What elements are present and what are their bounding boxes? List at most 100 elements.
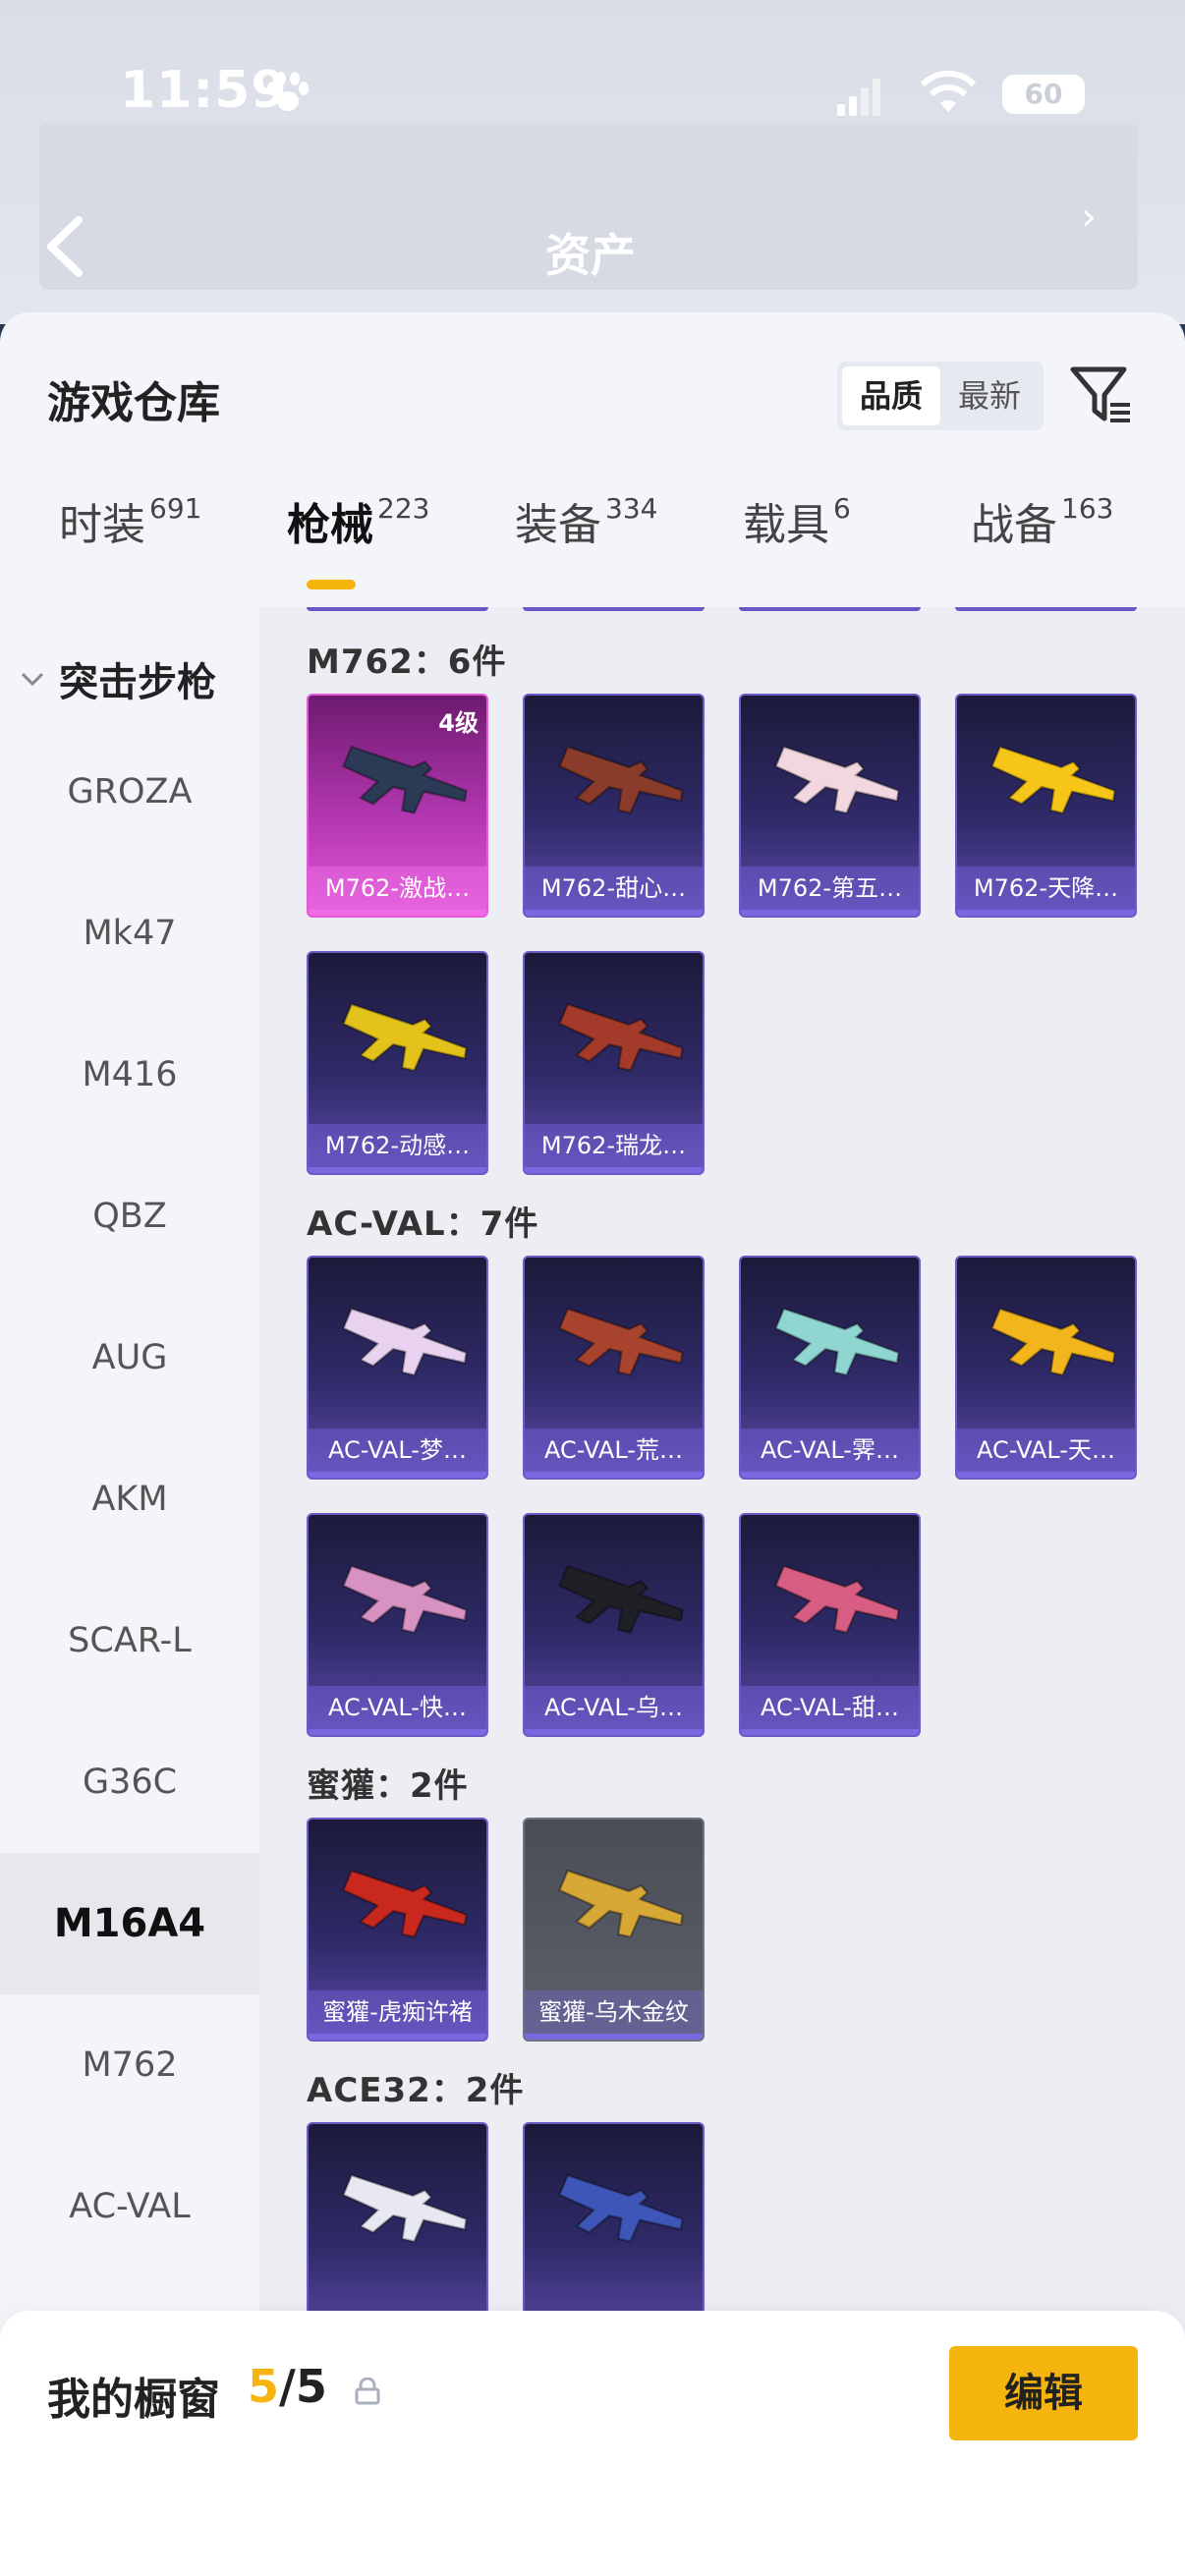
sidebar-item-qbz[interactable]: QBZ (0, 1146, 259, 1287)
skin-card[interactable]: M762-天降… (955, 694, 1137, 918)
skin-name: AC-VAL-甜… (741, 1686, 919, 1729)
sidebar-item-groza[interactable]: GROZA (0, 721, 259, 863)
section-title: 蜜獾：2件 (307, 1766, 469, 1806)
tab-label: 时装 (59, 500, 145, 550)
rifle-icon (558, 745, 684, 814)
wifi-icon (920, 71, 977, 112)
skin-name: AC-VAL-乌… (525, 1686, 703, 1729)
rifle-icon (342, 1307, 468, 1376)
skin-name: M762-第五… (741, 867, 919, 910)
rifle-icon (342, 1002, 468, 1072)
skin-card[interactable] (523, 2122, 705, 2328)
sort-quality-button[interactable]: 品质 (842, 366, 940, 425)
background-title: 资产 (545, 229, 636, 282)
skin-card[interactable]: AC-VAL-甜… (739, 1513, 921, 1737)
sidebar-category-label: 突击步枪 (59, 660, 216, 705)
skin-name: 蜜獾-乌木金纹 (525, 1990, 703, 2034)
rifle-icon (774, 1307, 900, 1376)
filter-icon[interactable] (1069, 364, 1134, 426)
skin-card[interactable]: 蜜獾-乌木金纹 (523, 1818, 705, 2042)
skin-name: AC-VAL-霁… (741, 1428, 919, 1472)
sidebar-category-assault-rifle[interactable]: 突击步枪 (20, 650, 216, 707)
category-tabs: 时装 691 枪械 223 装备 334 载具 6 战备 163 (0, 489, 1185, 607)
skin-name: M762-瑞龙… (525, 1124, 703, 1167)
showcase-count: 5/5 (248, 2360, 327, 2413)
skin-card[interactable]: AC-VAL-天… (955, 1256, 1137, 1480)
section-title: M762：6件 (307, 643, 507, 682)
sheet-title: 游戏仓库 (47, 378, 220, 428)
paw-icon (267, 72, 309, 111)
card-peek (955, 607, 1137, 611)
skin-card[interactable]: M762-第五… (739, 694, 921, 918)
skin-card[interactable]: AC-VAL-霁… (739, 1256, 921, 1480)
rifle-icon (558, 1307, 684, 1376)
rifle-icon (558, 1564, 684, 1634)
rifle-icon (342, 1564, 468, 1634)
tab-vehicles[interactable]: 载具 6 (743, 489, 851, 552)
tab-count: 334 (605, 492, 658, 525)
skin-name: M762-激战… (309, 867, 486, 910)
active-tab-indicator (307, 580, 356, 589)
tab-equipment[interactable]: 装备 334 (515, 489, 657, 552)
lock-icon (355, 2378, 380, 2405)
tab-count: 691 (149, 492, 202, 525)
sidebar-item-ac-val[interactable]: AC-VAL (0, 2136, 259, 2277)
skin-name: AC-VAL-快… (309, 1686, 486, 1729)
rifle-icon (990, 1307, 1116, 1376)
sort-latest-button[interactable]: 最新 (940, 366, 1039, 425)
tab-firearms[interactable]: 枪械 223 (287, 489, 429, 552)
rifle-icon (990, 745, 1116, 814)
skin-name: M762-天降… (957, 867, 1135, 910)
rifle-icon (558, 2173, 684, 2243)
background-header: 11:59 60 资产 › (0, 0, 1185, 324)
rifle-icon (774, 745, 900, 814)
skin-card[interactable]: AC-VAL-梦… (307, 1256, 488, 1480)
skin-name: M762-甜心… (525, 867, 703, 910)
chevron-right-icon: › (1081, 195, 1097, 240)
chevron-down-icon (21, 672, 44, 687)
showcase-total: /5 (279, 2360, 327, 2413)
rifle-icon (558, 1869, 684, 1938)
tab-count: 6 (833, 492, 851, 525)
sidebar-item-akm[interactable]: AKM (0, 1428, 259, 1570)
warehouse-sheet: 游戏仓库 品质 最新 时装 691 枪械 223 装备 334 载具 6 战备 163 突… (0, 312, 1185, 2576)
skin-grid: M762：6件 4级 M762-激战… M762-甜心… M762-第五… M762-天降… (259, 607, 1185, 2328)
tab-fashion[interactable]: 时装 691 (59, 489, 201, 552)
section-title: AC-VAL：7件 (307, 1204, 539, 1244)
showcase-bar: 我的橱窗 5/5 编辑 (0, 2311, 1185, 2576)
edit-showcase-button[interactable]: 编辑 (949, 2346, 1138, 2440)
sidebar-item-aug[interactable]: AUG (0, 1287, 259, 1428)
sidebar-item-g36c[interactable]: G36C (0, 1711, 259, 1853)
tab-label: 载具 (743, 500, 829, 550)
skin-card[interactable]: AC-VAL-快… (307, 1513, 488, 1737)
skin-card[interactable]: 4级 M762-激战… (307, 694, 488, 918)
skin-name: M762-动感… (309, 1124, 486, 1167)
tab-count: 163 (1061, 492, 1114, 525)
skin-card[interactable]: 蜜獾-虎痴许褚 (307, 1818, 488, 2042)
sidebar-item-m762[interactable]: M762 (0, 1994, 259, 2136)
showcase-current: 5 (248, 2360, 280, 2413)
card-peek (739, 607, 921, 611)
back-arrow-icon[interactable] (43, 214, 86, 279)
sidebar-item-scar-l[interactable]: SCAR-L (0, 1570, 259, 1711)
tab-label: 装备 (515, 500, 601, 550)
sidebar-item-m16a4[interactable]: M16A4 (0, 1853, 259, 1994)
sidebar-item-mk47[interactable]: Mk47 (0, 863, 259, 1004)
card-peek (523, 607, 705, 611)
skin-card[interactable]: M762-瑞龙… (523, 951, 705, 1175)
skin-card[interactable]: M762-甜心… (523, 694, 705, 918)
tab-label: 枪械 (287, 500, 373, 550)
sidebar-item-m416[interactable]: M416 (0, 1004, 259, 1146)
showcase-label: 我的橱窗 (47, 2375, 220, 2425)
rifle-icon (342, 745, 468, 814)
sort-toggle: 品质 最新 (837, 362, 1044, 430)
skin-card[interactable]: M762-动感… (307, 951, 488, 1175)
weapon-type-sidebar: 突击步枪 GROZA Mk47 M416 QBZ AUG AKM SCAR-L … (0, 607, 259, 2328)
tab-count: 223 (377, 492, 430, 525)
skin-card[interactable]: AC-VAL-乌… (523, 1513, 705, 1737)
rifle-icon (558, 1002, 684, 1072)
skin-card[interactable]: AC-VAL-荒… (523, 1256, 705, 1480)
skin-card[interactable] (307, 2122, 488, 2328)
tab-supplies[interactable]: 战备 163 (971, 489, 1113, 552)
rifle-icon (342, 2173, 468, 2243)
